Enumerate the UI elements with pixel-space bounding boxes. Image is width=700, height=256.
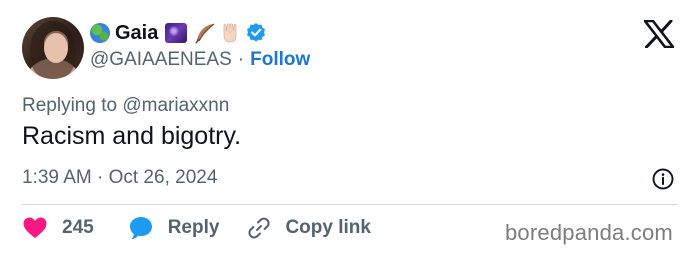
heart-icon (23, 217, 47, 238)
tweet-actions: 245 Reply Copy link (22, 215, 371, 241)
like-count: 245 (62, 217, 94, 238)
reply-bubble-icon (129, 217, 152, 239)
tweet-timestamp[interactable]: 1:39 AM · Oct 26, 2024 (22, 167, 217, 189)
avatar-face (44, 33, 68, 63)
copy-link-button[interactable]: Copy link (247, 216, 371, 240)
milky-way-emoji-icon (165, 23, 188, 43)
verified-badge-icon[interactable] (245, 22, 267, 44)
reply-label: Reply (167, 217, 220, 238)
x-logo-icon[interactable] (644, 20, 674, 48)
author-handle-row: @GAIAAENEAS · Follow (90, 49, 310, 71)
globe-emoji-icon (90, 23, 110, 43)
divider (22, 204, 678, 205)
info-icon[interactable] (651, 167, 675, 191)
vulcan-salute-emoji-icon (223, 23, 237, 43)
separator-dot: · (237, 49, 245, 70)
author-name-row[interactable]: Gaia (90, 20, 267, 46)
tweet-text: Racism and bigotry. (22, 122, 242, 150)
replying-to-text[interactable]: Replying to @mariaxxnn (22, 95, 229, 117)
like-button[interactable]: 245 (22, 216, 94, 240)
follow-button[interactable]: Follow (250, 49, 310, 71)
link-icon (248, 217, 270, 239)
copy-link-label: Copy link (285, 217, 371, 238)
author-handle[interactable]: @GAIAAENEAS (90, 49, 232, 71)
reply-button[interactable]: Reply (128, 215, 220, 241)
author-name[interactable]: Gaia (115, 22, 158, 45)
author-avatar[interactable] (22, 17, 84, 79)
watermark-text: boredpanda.com (505, 220, 673, 245)
feather-emoji-icon (195, 23, 215, 44)
